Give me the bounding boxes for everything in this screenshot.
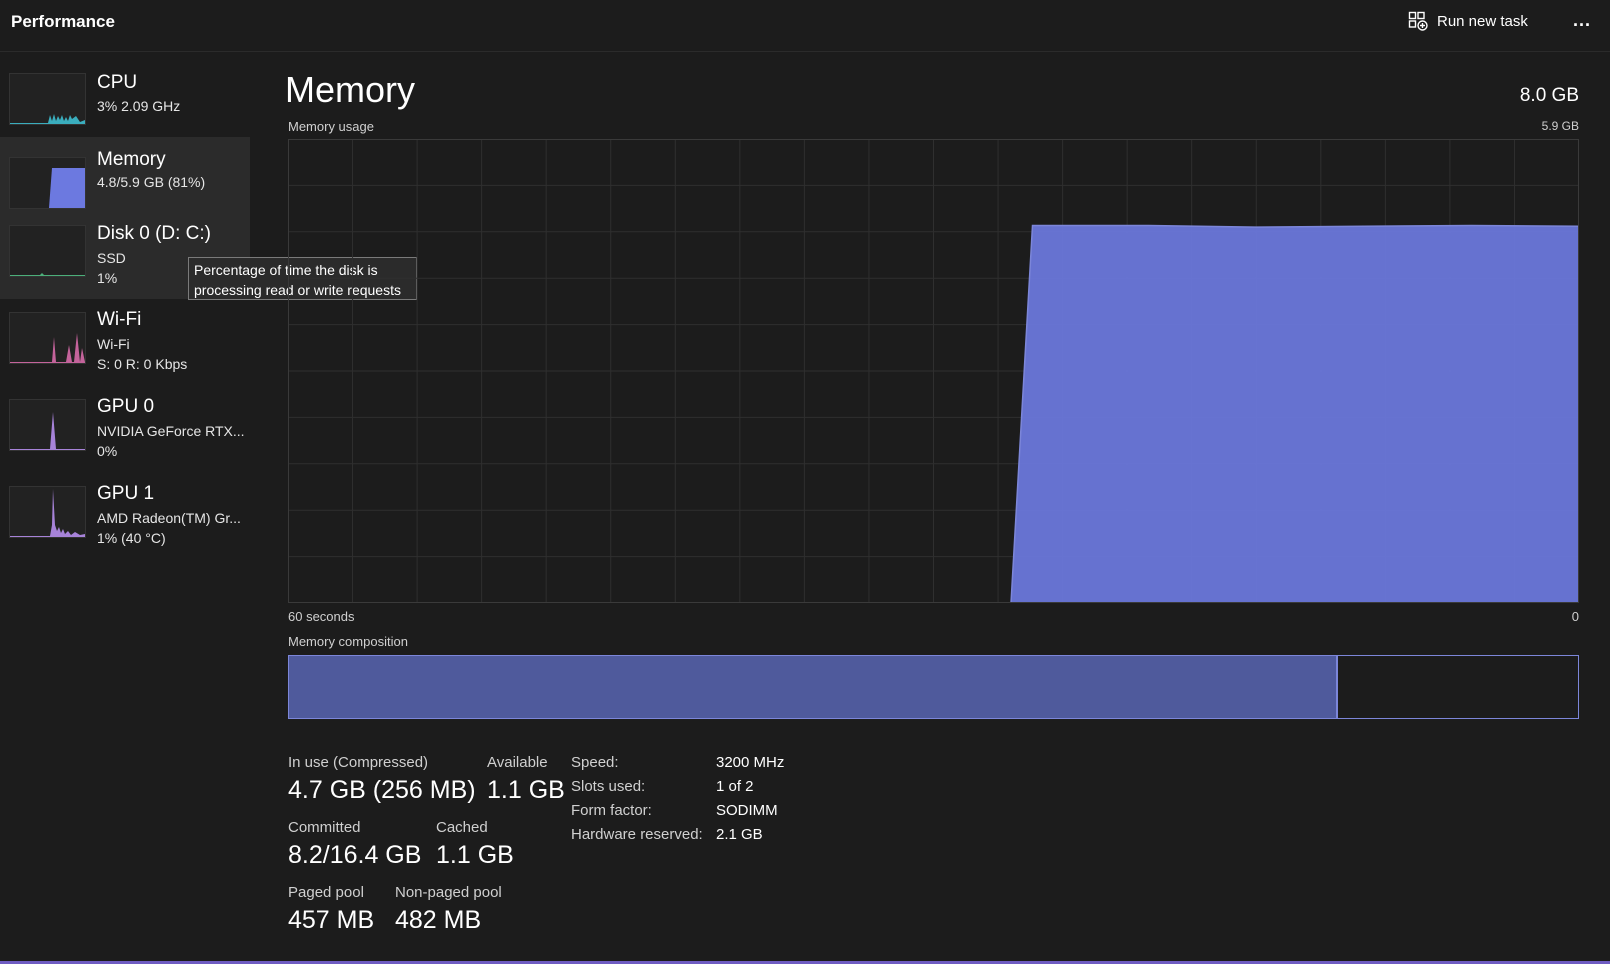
available-label: Available <box>487 754 548 771</box>
in-use-value: 4.7 GB (256 MB) <box>288 776 476 804</box>
usage-chart-max: 5.9 GB <box>1541 119 1579 133</box>
info-key-speed: Speed: <box>571 754 619 771</box>
sidebar-item-name: GPU 1 <box>97 483 155 504</box>
total-memory: 8.0 GB <box>1519 85 1579 106</box>
run-new-task-button[interactable]: Run new task <box>1408 8 1528 34</box>
composition-label: Memory composition <box>288 634 408 649</box>
committed-label: Committed <box>288 819 361 836</box>
sidebar-item-name: Wi-Fi <box>97 309 142 330</box>
sidebar-item-detail: 3% 2.09 GHz <box>97 98 181 114</box>
sidebar-item-wifi[interactable]: Wi-Fi Wi-Fi S: 0 R: 0 Kbps <box>0 309 250 389</box>
memory-heading: Memory <box>285 69 416 110</box>
sidebar-item-gpu0[interactable]: GPU 0 NVIDIA GeForce RTX... 0% <box>0 396 250 476</box>
sidebar-item-name: Memory <box>97 149 166 170</box>
sidebar-item-detail: Wi-Fi <box>97 336 130 352</box>
sidebar-item-name: GPU 0 <box>97 396 155 417</box>
sidebar-item-detail: 4.8/5.9 GB (81%) <box>97 174 206 190</box>
gpu0-thumbnail <box>9 399 86 451</box>
info-key-form-factor: Form factor: <box>571 802 652 819</box>
sidebar-item-detail: 1% (40 °C) <box>97 530 166 546</box>
more-options-icon: ... <box>1572 9 1591 30</box>
axis-label-end: 0 <box>1571 609 1579 624</box>
page-title: Performance <box>11 12 115 31</box>
run-task-label: Run new task <box>1437 12 1528 30</box>
sidebar-item-name: CPU <box>97 72 138 93</box>
gpu1-thumbnail <box>9 486 86 538</box>
axis-label-start: 60 seconds <box>288 609 355 624</box>
usage-chart-label: Memory usage <box>288 119 374 134</box>
sidebar-item-detail: AMD Radeon(TM) Gr... <box>97 510 241 526</box>
memory-thumbnail <box>9 157 86 209</box>
paged-pool-label: Paged pool <box>288 884 364 901</box>
run-task-icon <box>1408 11 1428 31</box>
info-value-form-factor: SODIMM <box>716 802 778 819</box>
info-value-slots: 1 of 2 <box>716 778 754 795</box>
sidebar-item-detail: S: 0 R: 0 Kbps <box>97 356 188 372</box>
cpu-thumbnail <box>9 73 86 125</box>
non-paged-pool-value: 482 MB <box>395 906 482 934</box>
more-options-button[interactable]: ... <box>1568 8 1596 32</box>
info-key-hardware-reserved: Hardware reserved: <box>571 826 703 843</box>
cached-label: Cached <box>436 819 488 836</box>
info-key-slots: Slots used: <box>571 778 646 795</box>
title-bar: Performance Run new task ... <box>0 0 1610 52</box>
memory-composition-bar <box>288 655 1579 719</box>
non-paged-pool-label: Non-paged pool <box>395 884 502 901</box>
info-value-speed: 3200 MHz <box>716 754 785 771</box>
composition-in-use <box>289 656 1339 718</box>
sidebar-item-detail: 0% <box>97 443 118 459</box>
paged-pool-value: 457 MB <box>288 906 375 934</box>
available-value: 1.1 GB <box>487 776 565 804</box>
disk-thumbnail <box>9 225 86 277</box>
sidebar-item-detail: NVIDIA GeForce RTX... <box>97 423 245 439</box>
sidebar-item-detail: 1% <box>97 270 118 286</box>
sidebar-item-memory[interactable]: Memory 4.8/5.9 GB (81%) <box>0 137 250 213</box>
in-use-label: In use (Compressed) <box>288 754 429 771</box>
sidebar-item-name: Disk 0 (D: C:) <box>97 223 211 244</box>
info-value-hardware-reserved: 2.1 GB <box>716 826 763 843</box>
committed-value: 8.2/16.4 GB <box>288 841 422 869</box>
sidebar-item-detail: SSD <box>97 250 126 266</box>
memory-usage-graph <box>288 139 1579 603</box>
wifi-thumbnail <box>9 312 86 364</box>
cached-value: 1.1 GB <box>436 841 514 869</box>
sidebar-item-gpu1[interactable]: GPU 1 AMD Radeon(TM) Gr... 1% (40 °C) <box>0 483 250 563</box>
